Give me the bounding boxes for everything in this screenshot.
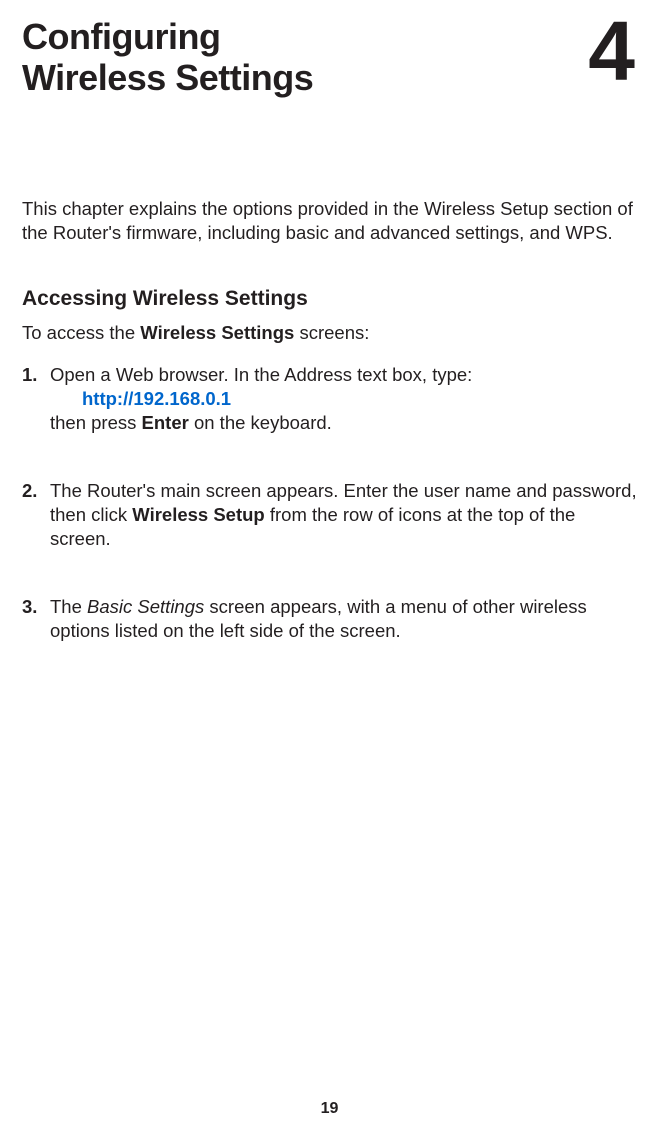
- step-content: Open a Web browser. In the Address text …: [50, 363, 637, 435]
- step1-line1: Open a Web browser. In the Address text …: [50, 364, 472, 385]
- step-list: 1. Open a Web browser. In the Address te…: [22, 363, 637, 643]
- step-item-2: 2. The Router's main screen appears. Ent…: [22, 479, 637, 551]
- chapter-number: 4: [588, 14, 635, 90]
- step1-line2c: on the keyboard.: [189, 412, 332, 433]
- step-item-3: 3. The Basic Settings screen appears, wi…: [22, 595, 637, 643]
- title-line-1: Configuring: [22, 16, 220, 57]
- intro-bold: Wireless Settings: [140, 322, 294, 343]
- section-heading: Accessing Wireless Settings: [22, 287, 637, 311]
- step-content: The Router's main screen appears. Enter …: [50, 479, 637, 551]
- step3-italic: Basic Settings: [87, 596, 204, 617]
- step-item-1: 1. Open a Web browser. In the Address te…: [22, 363, 637, 435]
- intro-suffix: screens:: [294, 322, 369, 343]
- step-content: The Basic Settings screen appears, with …: [50, 595, 637, 643]
- step3-text1: The: [50, 596, 87, 617]
- step2-bold: Wireless Setup: [132, 504, 264, 525]
- intro-prefix: To access the: [22, 322, 140, 343]
- step1-enter: Enter: [142, 412, 189, 433]
- step-number: 1.: [22, 363, 50, 435]
- chapter-header: Configuring Wireless Settings 4: [22, 16, 637, 99]
- intro-paragraph: This chapter explains the options provid…: [22, 197, 637, 245]
- router-url: http://192.168.0.1: [82, 387, 231, 411]
- step-number: 2.: [22, 479, 50, 551]
- chapter-title: Configuring Wireless Settings: [22, 16, 313, 99]
- step-number: 3.: [22, 595, 50, 643]
- page-number: 19: [321, 1100, 339, 1118]
- step1-line2a: then press: [50, 412, 142, 433]
- title-line-2: Wireless Settings: [22, 57, 313, 98]
- section-intro: To access the Wireless Settings screens:: [22, 321, 637, 345]
